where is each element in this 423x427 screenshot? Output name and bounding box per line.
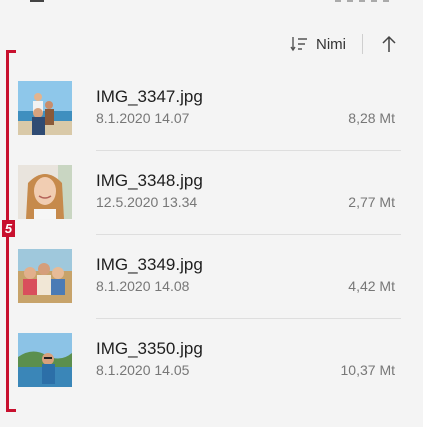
file-date: 8.1.2020 14.05 [96,362,190,378]
file-row[interactable]: IMG_3349.jpg 8.1.2020 14.08 4,42 Mt [18,234,401,318]
photo-thumbnail [18,81,72,135]
divider [362,34,363,54]
file-size: 10,37 Mt [340,362,395,378]
file-name: IMG_3350.jpg [96,339,203,358]
arrow-up-icon[interactable] [377,32,401,56]
file-row[interactable]: IMG_3350.jpg 8.1.2020 14.05 10,37 Mt [18,318,401,402]
file-list: IMG_3347.jpg 8.1.2020 14.07 8,28 Mt IMG_… [18,66,401,402]
file-size: 4,42 Mt [348,278,395,294]
file-size: 8,28 Mt [348,110,395,126]
sort-by-name-button[interactable]: Nimi [316,36,346,53]
file-row[interactable]: IMG_3348.jpg 12.5.2020 13.34 2,77 Mt [18,150,401,234]
toolbar-icons [335,0,395,2]
file-date: 8.1.2020 14.08 [96,278,190,294]
file-date: 8.1.2020 14.07 [96,110,190,126]
file-row[interactable]: IMG_3347.jpg 8.1.2020 14.07 8,28 Mt [18,66,401,150]
file-size: 2,77 Mt [348,194,395,210]
photo-thumbnail [18,249,72,303]
file-name: IMG_3349.jpg [96,255,203,274]
file-date: 12.5.2020 13.34 [96,194,198,210]
photo-thumbnail [18,165,72,219]
sort-bar: Nimi [288,30,423,58]
annotation-badge: 5 [2,220,15,237]
top-app-bar-edge [0,0,423,8]
menu-icon[interactable] [30,0,44,2]
file-name: IMG_3347.jpg [96,87,203,106]
file-name: IMG_3348.jpg [96,171,203,190]
photo-thumbnail [18,333,72,387]
sort-lines-icon[interactable] [288,33,310,55]
